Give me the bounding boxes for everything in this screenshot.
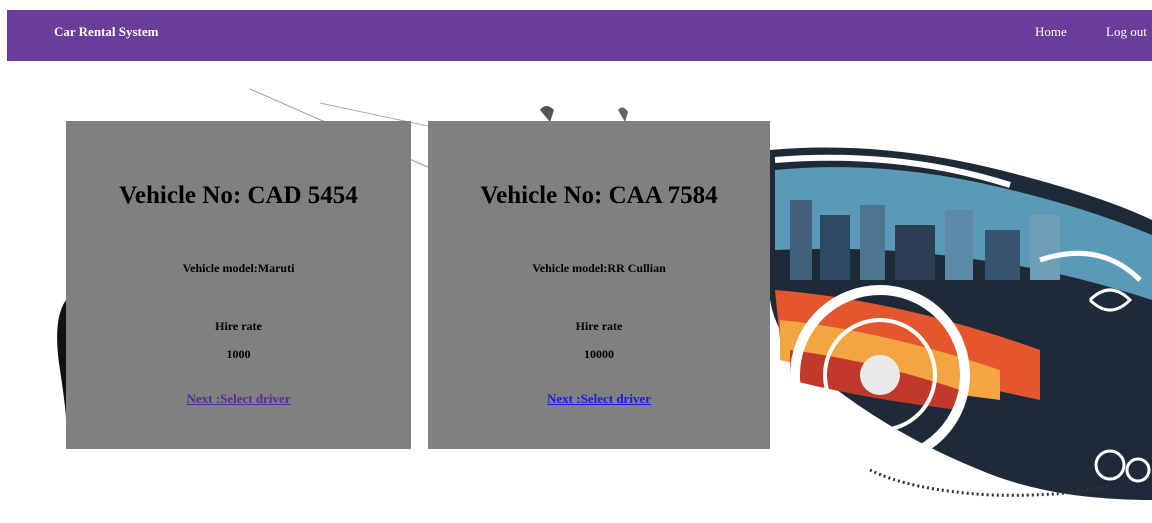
vehicle-card: Vehicle No: CAD 5454 Vehicle model:Marut… — [66, 121, 411, 449]
brand-title[interactable]: Car Rental System — [54, 24, 158, 40]
hire-rate-value: 10000 — [584, 347, 614, 361]
hire-rate-label: Hire rate — [215, 319, 262, 333]
nav-logout-link[interactable]: Log out — [1106, 24, 1147, 40]
top-navbar: Car Rental System Home Log out — [7, 10, 1152, 61]
select-driver-link[interactable]: Next :Select driver — [187, 391, 291, 406]
vehicle-number-heading: Vehicle No: CAD 5454 — [119, 182, 358, 209]
vehicle-model-text: Vehicle model:RR Cullian — [532, 261, 666, 275]
vehicle-model-text: Vehicle model:Maruti — [182, 261, 295, 275]
hire-rate-label: Hire rate — [575, 319, 623, 333]
hire-rate-value: 1000 — [226, 347, 251, 361]
select-driver-link[interactable]: Next :Select driver — [547, 391, 651, 406]
vehicle-number-heading: Vehicle No: CAA 7584 — [480, 182, 718, 209]
vehicle-card: Vehicle No: CAA 7584 Vehicle model:RR Cu… — [428, 121, 770, 449]
nav-home-link[interactable]: Home — [1035, 24, 1067, 40]
